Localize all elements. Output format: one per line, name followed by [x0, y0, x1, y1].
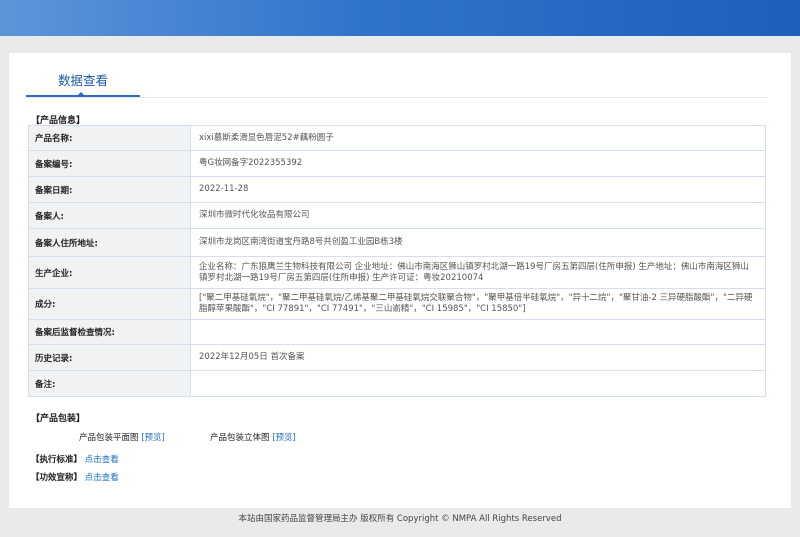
product-info-table: 产品名称: xixi慕斯柔滑显色唇泥52#藕粉圆子 备案编号: 粤G妆网备字20…	[28, 125, 766, 397]
info-row-manufacturer: 生产企业: 企业名称：广东狼鹰兰生物科技有限公司 企业地址：佛山市南海区狮山镇罗…	[28, 256, 766, 289]
info-row-history: 历史记录: 2022年12月05日 首次备案	[28, 344, 766, 371]
info-value: 2022年12月05日 首次备案	[190, 344, 766, 371]
package-flat-item: 产品包装平面图 [预览]	[79, 431, 165, 443]
info-label: 生产企业:	[28, 256, 191, 289]
info-row-record-number: 备案编号: 粤G妆网备字2022355392	[28, 150, 766, 177]
info-label: 备注:	[28, 370, 191, 397]
efficacy-view-link[interactable]: 点击查看	[85, 473, 119, 483]
section-product-package: 【产品包装】	[31, 414, 86, 424]
info-value: 深圳市龙岗区南湾街道宝丹路8号共创盈工业园B栋3楼	[190, 228, 766, 257]
info-label: 备案人:	[28, 202, 191, 229]
section-exec-standard: 【执行标准】	[31, 455, 83, 465]
info-row-ingredients: 成分: ["聚二甲基硅氧烷"，"聚二甲基硅氧烷/乙烯基聚二甲基硅氧烷交联聚合物"…	[28, 288, 766, 320]
info-value: xixi慕斯柔滑显色唇泥52#藕粉圆子	[190, 125, 766, 151]
package-flat-preview-link[interactable]: [预览]	[141, 433, 165, 443]
info-row-record-date: 备案日期: 2022-11-28	[28, 176, 766, 203]
info-label: 备案编号:	[28, 150, 191, 177]
tab-active-caret	[77, 92, 85, 96]
tab-divider	[26, 97, 768, 98]
info-value: 深圳市微时代化妆品有限公司	[190, 202, 766, 229]
info-value	[190, 319, 766, 345]
section-efficacy: 【功效宣称】	[31, 473, 83, 483]
info-label: 产品名称:	[28, 125, 191, 151]
footer-copyright: 本站由国家药品监督管理局主办 版权所有 Copyright © NMPA All…	[238, 514, 562, 524]
info-label: 成分:	[28, 288, 191, 320]
info-label: 备案人住所地址:	[28, 228, 191, 257]
exec-standard-row: 【执行标准】 点击查看	[31, 453, 119, 465]
package-solid-label: 产品包装立体图	[210, 433, 270, 443]
info-label: 备案日期:	[28, 176, 191, 203]
info-row-registrant: 备案人: 深圳市微时代化妆品有限公司	[28, 202, 766, 229]
exec-standard-view-link[interactable]: 点击查看	[85, 455, 119, 465]
info-label: 备案后监督检查情况:	[28, 319, 191, 345]
package-flat-label: 产品包装平面图	[79, 433, 139, 443]
tab-label: 数据查看	[57, 73, 108, 88]
info-row-registrant-address: 备案人住所地址: 深圳市龙岗区南湾街道宝丹路8号共创盈工业园B栋3楼	[28, 228, 766, 257]
package-solid-item: 产品包装立体图 [预览]	[210, 431, 296, 443]
info-label: 历史记录:	[28, 344, 191, 371]
top-banner	[0, 0, 800, 36]
package-solid-preview-link[interactable]: [预览]	[272, 433, 296, 443]
info-value: ["聚二甲基硅氧烷"，"聚二甲基硅氧烷/乙烯基聚二甲基硅氧烷交联聚合物"，"聚甲…	[190, 288, 766, 320]
info-value: 粤G妆网备字2022355392	[190, 150, 766, 177]
info-value	[190, 370, 766, 397]
info-row-supervision: 备案后监督检查情况:	[28, 319, 766, 345]
info-row-product-name: 产品名称: xixi慕斯柔滑显色唇泥52#藕粉圆子	[28, 125, 766, 151]
info-value: 2022-11-28	[190, 176, 766, 203]
efficacy-row: 【功效宣称】 点击查看	[31, 471, 119, 483]
info-row-remarks: 备注:	[28, 370, 766, 397]
info-value: 企业名称：广东狼鹰兰生物科技有限公司 企业地址：佛山市南海区狮山镇罗村北湖一路1…	[190, 256, 766, 289]
